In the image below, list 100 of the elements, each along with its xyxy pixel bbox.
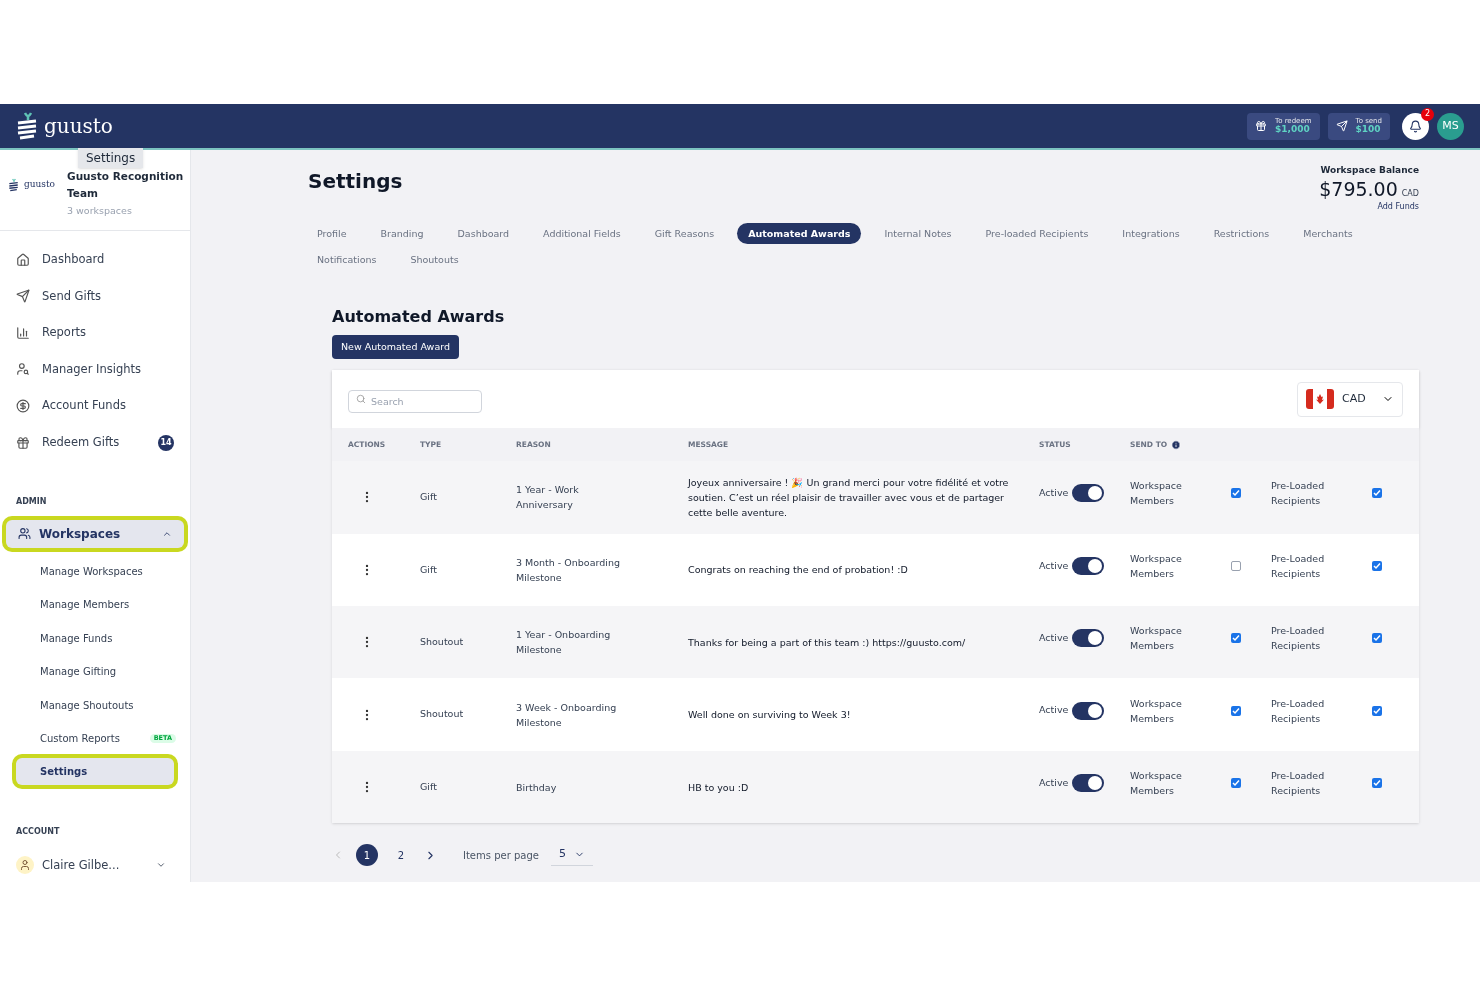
sub-nav-label: Manage Workspaces (40, 565, 143, 579)
settings-tab[interactable]: Restrictions (1202, 223, 1281, 245)
status-label: Active (1039, 703, 1069, 718)
status-label: Active (1039, 631, 1069, 646)
sub-nav-item[interactable]: Manage Funds (0, 624, 190, 652)
workspace-count: 3 workspaces (67, 204, 133, 218)
sub-nav-item[interactable]: Manage Workspaces (0, 558, 190, 585)
table-cell-text: Joyeux anniversaire ! 🎉 Un grand merci pour votre fidélité et votre soutien. C’est un réel plaisir de travailler avec vous et de partager cette belle aventure. (688, 475, 1010, 520)
table-cell-text: 3 Week - Onboarding Milestone (516, 700, 618, 730)
settings-tab[interactable]: Integrations (1111, 223, 1191, 245)
sub-nav-item[interactable]: Manage Shoutouts (0, 691, 190, 719)
settings-tab[interactable]: Internal Notes (873, 223, 963, 245)
table-cell-text: Gift (420, 779, 438, 794)
table-cell-text: Pre-Loaded Recipients (1271, 479, 1326, 509)
sub-nav-label: Settings (40, 765, 88, 780)
table-cell-text: Pre-Loaded Recipients (1271, 696, 1326, 726)
nav-label: Reports (42, 324, 87, 342)
status-toggle[interactable] (1072, 556, 1105, 575)
settings-tab[interactable]: Additional Fields (532, 223, 632, 245)
settings-tab[interactable]: Dashboard (446, 223, 521, 245)
nav-item[interactable]: Manager Insights (0, 351, 190, 388)
sub-nav-label: Manage Gifting (40, 665, 117, 680)
table-cell-text: Workspace Members (1130, 769, 1183, 798)
account-name: Claire Gilbe... (42, 856, 120, 874)
checkbox[interactable] (1372, 705, 1382, 716)
table-cell-text: 3 Month - Onboarding Milestone (516, 555, 621, 585)
nav-label: Dashboard (42, 250, 105, 268)
nav-item[interactable]: Dashboard (0, 241, 190, 278)
settings-tab[interactable]: Merchants (1292, 223, 1364, 245)
checkbox[interactable] (1231, 560, 1241, 571)
settings-tab[interactable]: Gift Reasons (643, 223, 726, 245)
checkbox[interactable] (1372, 488, 1382, 499)
table-cell-text: Pre-Loaded Recipients (1271, 624, 1326, 654)
new-award-button[interactable]: New Automated Award (332, 335, 459, 360)
section-title: Automated Awards (332, 306, 506, 329)
checkbox[interactable] (1372, 560, 1382, 571)
nav-item[interactable]: Account Funds (0, 387, 190, 425)
sub-nav-label: Manage Shoutouts (40, 698, 134, 713)
tooltip: Settings (78, 148, 144, 168)
settings-tab[interactable]: Branding (369, 223, 435, 245)
search-field[interactable]: Search (348, 389, 482, 413)
page-button[interactable]: 1 (356, 844, 378, 867)
settings-tab[interactable]: Shoutouts (399, 249, 470, 271)
logo-text: guusto (44, 113, 113, 140)
settings-tab[interactable]: Automated Awards (737, 223, 862, 245)
dollar-coin-icon (16, 398, 30, 413)
table-cell-text: HB to you :D (688, 780, 750, 795)
nav-item[interactable]: Send Gifts (0, 277, 190, 315)
items-per-page-select[interactable]: 5 (550, 844, 593, 867)
table-cell-text: Workspace Members (1130, 624, 1183, 654)
section-heading: ADMIN (15, 495, 48, 508)
sub-nav-label: Manage Members (40, 598, 130, 613)
checkbox[interactable] (1372, 633, 1382, 644)
account-menu[interactable]: Claire Gilbe... (0, 856, 190, 875)
bell-icon (1409, 119, 1422, 133)
checkbox[interactable] (1231, 633, 1241, 644)
settings-tab[interactable]: Profile (306, 223, 358, 245)
settings-tab[interactable]: Pre-loaded Recipients (974, 223, 1100, 245)
status-toggle[interactable] (1072, 701, 1105, 720)
status-label: Active (1039, 486, 1069, 501)
add-funds-link[interactable]: Add Funds (1377, 201, 1419, 214)
sub-nav-label: Custom Reports (40, 731, 120, 746)
sub-nav-item[interactable]: Manage Gifting (0, 658, 190, 686)
table-cell-text: Shoutout (420, 707, 465, 722)
items-per-page-label: Items per page (463, 848, 539, 863)
table-cell-text: 1 Year - Work Anniversary (516, 483, 580, 513)
info-icon (1171, 439, 1182, 450)
organization-name[interactable]: Guusto Recognition Team (67, 168, 185, 202)
status-toggle[interactable] (1072, 774, 1105, 792)
page-title: Settings (308, 168, 403, 195)
avatar-icon (16, 856, 34, 875)
users-icon (18, 527, 31, 541)
table-cell-text: Workspace Members (1130, 479, 1183, 509)
count-badge: 14 (158, 434, 174, 451)
sub-nav-label: Manage Funds (40, 631, 113, 646)
page-button[interactable]: 2 (390, 844, 412, 867)
balance-heading: Workspace Balance (1320, 164, 1419, 177)
currency-label: CAD (1401, 187, 1419, 200)
status-toggle[interactable] (1072, 629, 1105, 648)
paper-plane-icon (1335, 120, 1348, 132)
table-cell-text: Thanks for being a part of this team :) https://guusto.com/ (688, 635, 967, 650)
currency-select[interactable]: CAD (1297, 381, 1403, 417)
logo-icon (8, 178, 20, 192)
table-cell-text: Pre-Loaded Recipients (1271, 769, 1326, 798)
checkbox[interactable] (1231, 488, 1241, 499)
nav-item[interactable]: Reports (0, 314, 190, 352)
balance-amount: $100 (1355, 125, 1381, 134)
gift-icon (16, 435, 30, 450)
sub-nav-item[interactable]: Manage Members (0, 591, 190, 619)
bar-chart-icon (16, 325, 30, 340)
checkbox[interactable] (1231, 705, 1241, 716)
balance-amount: $795.00 (1319, 177, 1398, 202)
table-cell-text: Birthday (516, 780, 558, 795)
logo-text: guusto (24, 178, 55, 192)
table-cell-text: 1 Year - Onboarding Milestone (516, 628, 612, 658)
home-icon (16, 252, 30, 267)
settings-tab[interactable]: Notifications (306, 249, 388, 271)
nav-item[interactable]: Redeem Gifts 14 (0, 424, 190, 461)
status-toggle[interactable] (1072, 484, 1105, 503)
gift-icon (1255, 120, 1268, 132)
